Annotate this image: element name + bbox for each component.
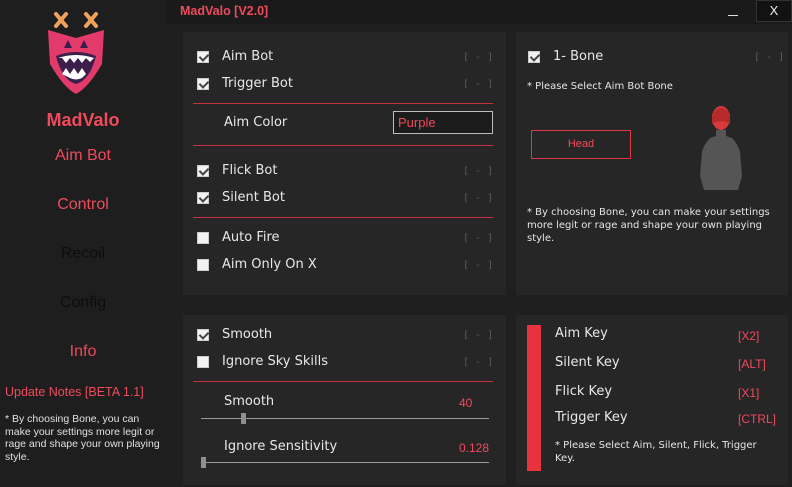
app-title: MadValo [V2.0] [180, 4, 269, 18]
smooth-slider-thumb[interactable] [240, 413, 246, 424]
trigger-bot-label: Trigger Bot [222, 76, 293, 91]
skull-mask-logo-icon [48, 12, 104, 94]
ignore-sky-skills-label: Ignore Sky Skills [222, 354, 328, 369]
auto-fire-checkbox[interactable] [197, 232, 209, 244]
body-silhouette-icon [700, 106, 742, 190]
flick-bot-checkbox[interactable] [197, 165, 209, 177]
ignore-sensitivity-slider-label: Ignore Sensitivity [224, 439, 338, 454]
ignore-sensitivity-slider-thumb[interactable] [201, 457, 206, 468]
sidebar: MadValo Aim Bot Control Recoil Config In… [0, 0, 166, 487]
nav-item-config[interactable]: Config [0, 294, 166, 312]
trigger-bot-checkbox[interactable] [197, 78, 209, 90]
aim-color-select[interactable]: Purple [393, 111, 493, 134]
separator [193, 145, 493, 146]
auto-fire-key[interactable]: [ - ] [463, 233, 493, 244]
silent-key-value[interactable]: [ALT] [738, 357, 766, 371]
silent-bot-key[interactable]: [ - ] [463, 193, 493, 204]
title-bar[interactable]: MadValo [V2.0] [166, 0, 792, 24]
close-button[interactable]: X [756, 0, 792, 22]
ignore-sensitivity-slider-value: 0.128 [459, 441, 490, 455]
separator [193, 381, 493, 382]
aim-only-on-x-key[interactable]: [ - ] [463, 260, 493, 271]
flick-key-label: Flick Key [555, 384, 613, 399]
aim-only-on-x-checkbox[interactable] [197, 259, 209, 271]
trigger-bot-key[interactable]: [ - ] [463, 79, 493, 90]
aim-bot-label: Aim Bot [222, 49, 274, 64]
ignore-sensitivity-slider-track[interactable] [201, 462, 489, 463]
separator [193, 217, 493, 218]
silent-bot-checkbox[interactable] [197, 192, 209, 204]
bone-label: 1- Bone [553, 49, 604, 64]
silent-bot-label: Silent Bot [222, 190, 285, 205]
brand-name: MadValo [46, 110, 120, 130]
flick-bot-label: Flick Bot [222, 163, 278, 178]
minimize-button[interactable] [720, 0, 754, 22]
ignore-sky-skills-key[interactable]: [ - ] [463, 357, 493, 368]
smooth-label: Smooth [222, 327, 273, 342]
head-bone-button[interactable]: Head [531, 130, 631, 159]
aim-color-label: Aim Color [224, 115, 288, 130]
aim-only-on-x-label: Aim Only On X [222, 257, 317, 272]
nav-item-recoil[interactable]: Recoil [0, 245, 166, 263]
nav-item-info[interactable]: Info [0, 343, 166, 361]
aim-bot-checkbox[interactable] [197, 51, 209, 63]
flick-key-value[interactable]: [X1] [738, 386, 759, 400]
flick-bot-key[interactable]: [ - ] [463, 166, 493, 177]
update-notes-text: * By choosing Bone, you can make your se… [5, 413, 160, 463]
smooth-checkbox[interactable] [197, 329, 209, 341]
keys-accent-bar [527, 325, 541, 471]
trigger-key-label: Trigger Key [555, 410, 628, 425]
aim-key-label: Aim Key [555, 326, 608, 341]
aim-key-value[interactable]: [X2] [738, 329, 759, 343]
smooth-key[interactable]: [ - ] [463, 330, 493, 341]
auto-fire-label: Auto Fire [222, 230, 280, 245]
update-notes-title: Update Notes [BETA 1.1] [5, 385, 144, 399]
keys-note: * Please Select Aim, Silent, Flick, Trig… [555, 440, 757, 464]
silent-key-label: Silent Key [555, 355, 620, 370]
aim-bot-key[interactable]: [ - ] [463, 52, 493, 63]
trigger-key-value[interactable]: [CTRL] [738, 412, 776, 426]
smooth-slider-value: 40 [459, 396, 473, 410]
bone-key[interactable]: [ - ] [754, 52, 784, 63]
bone-checkbox[interactable] [528, 51, 540, 63]
smooth-slider-label: Smooth [224, 394, 275, 409]
bone-select-note: * Please Select Aim Bot Bone [527, 81, 673, 92]
separator [193, 103, 493, 104]
nav-item-control[interactable]: Control [0, 196, 166, 214]
nav-item-aim-bot[interactable]: Aim Bot [0, 147, 166, 165]
bone-note: * By choosing Bone, you can make your se… [527, 207, 770, 244]
ignore-sky-skills-checkbox[interactable] [197, 356, 209, 368]
minimize-icon [728, 15, 738, 16]
